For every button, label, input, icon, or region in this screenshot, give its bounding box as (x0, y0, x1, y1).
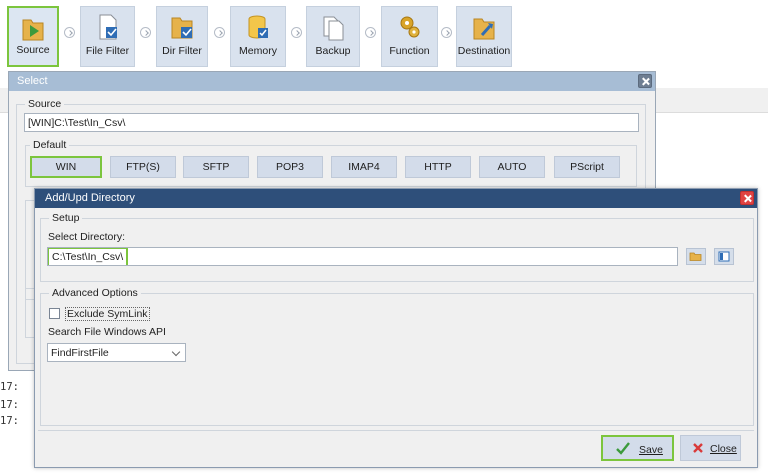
directory-path-input[interactable]: C:\Test\In_Csv\ (47, 247, 678, 266)
toolbar-file-filter-button[interactable]: File Filter (80, 6, 135, 67)
close-button[interactable]: Close (680, 435, 741, 461)
protocol-sftp-button[interactable]: SFTP (183, 156, 249, 178)
log-line: 17: (0, 399, 19, 411)
folder-icon (689, 252, 702, 261)
toolbar-source-label: Source (16, 44, 50, 56)
browse-list-button[interactable] (714, 248, 734, 265)
protocol-pscript-button[interactable]: PScript (554, 156, 620, 178)
search-api-value: FindFirstFile (51, 347, 109, 359)
toolbar-file-filter-label: File Filter (85, 45, 130, 57)
select-title-bar: Select (9, 72, 655, 91)
chevron-right-icon (64, 27, 75, 38)
log-line: 17: (0, 381, 19, 393)
checkmark-icon (616, 442, 630, 455)
dialog-close-x-button[interactable] (740, 191, 754, 205)
exclude-symlink-checkbox[interactable] (49, 308, 60, 319)
search-api-label: Search File Windows API (48, 326, 166, 338)
search-api-select[interactable]: FindFirstFile (47, 343, 186, 362)
dir-filter-icon (171, 17, 193, 39)
toolbar-source-button[interactable]: Source (7, 6, 59, 67)
main-toolbar: Source File Filter Dir Filter Memory Bac… (0, 0, 768, 70)
chevron-right-icon (140, 27, 151, 38)
directory-path-value: C:\Test\In_Csv\ (48, 248, 129, 265)
toolbar-backup-button[interactable]: Backup (306, 6, 360, 67)
chevron-right-icon (291, 27, 302, 38)
list-view-icon (718, 251, 730, 262)
toolbar-function-label: Function (389, 45, 430, 57)
save-label: Save (639, 444, 663, 456)
protocol-ftps-button[interactable]: FTP(S) (110, 156, 176, 178)
toolbar-destination-label: Destination (457, 45, 511, 57)
source-group-title: Source (25, 98, 65, 110)
close-icon (693, 443, 703, 453)
protocol-win-button[interactable]: WIN (30, 156, 102, 178)
toolbar-memory-button[interactable]: Memory (230, 6, 286, 67)
dialog-title-bar: Add/Upd Directory (35, 189, 757, 208)
default-group-title: Default (30, 139, 70, 151)
toolbar-destination-button[interactable]: Destination (456, 6, 512, 67)
advanced-options-title: Advanced Options (49, 287, 141, 299)
close-label: Close (710, 443, 737, 455)
select-close-button[interactable] (638, 74, 652, 88)
protocol-imap4-button[interactable]: IMAP4 (331, 156, 397, 178)
destination-icon (473, 18, 495, 40)
setup-group-title: Setup (49, 212, 83, 224)
toolbar-memory-label: Memory (239, 45, 277, 57)
exclude-symlink-label[interactable]: Exclude SymLink (65, 307, 150, 321)
toolbar-function-button[interactable]: Function (381, 6, 438, 67)
toolbar-backup-label: Backup (315, 45, 351, 57)
dialog-title: Add/Upd Directory (45, 192, 135, 204)
chevron-right-icon (214, 27, 225, 38)
protocol-pop3-button[interactable]: POP3 (257, 156, 323, 178)
chevron-right-icon (441, 27, 452, 38)
select-title: Select (17, 75, 48, 87)
source-icon (22, 19, 44, 41)
toolbar-dir-filter-button[interactable]: Dir Filter (156, 6, 208, 67)
backup-icon (323, 16, 344, 41)
browse-folder-button[interactable] (686, 248, 706, 265)
add-upd-directory-dialog: Add/Upd Directory Setup Select Directory… (34, 188, 758, 468)
toolbar-dir-filter-label: Dir Filter (162, 45, 202, 57)
select-directory-label: Select Directory: (48, 231, 126, 243)
protocol-auto-button[interactable]: AUTO (479, 156, 545, 178)
memory-icon (248, 15, 268, 39)
save-button[interactable]: Save (601, 435, 674, 461)
source-path-field[interactable]: [WIN]C:\Test\In_Csv\ (24, 113, 639, 132)
file-filter-icon (99, 14, 117, 40)
function-icon (400, 16, 419, 38)
protocol-http-button[interactable]: HTTP (405, 156, 471, 178)
chevron-down-icon (171, 347, 181, 357)
chevron-right-icon (365, 27, 376, 38)
log-line: 17: (0, 415, 19, 427)
